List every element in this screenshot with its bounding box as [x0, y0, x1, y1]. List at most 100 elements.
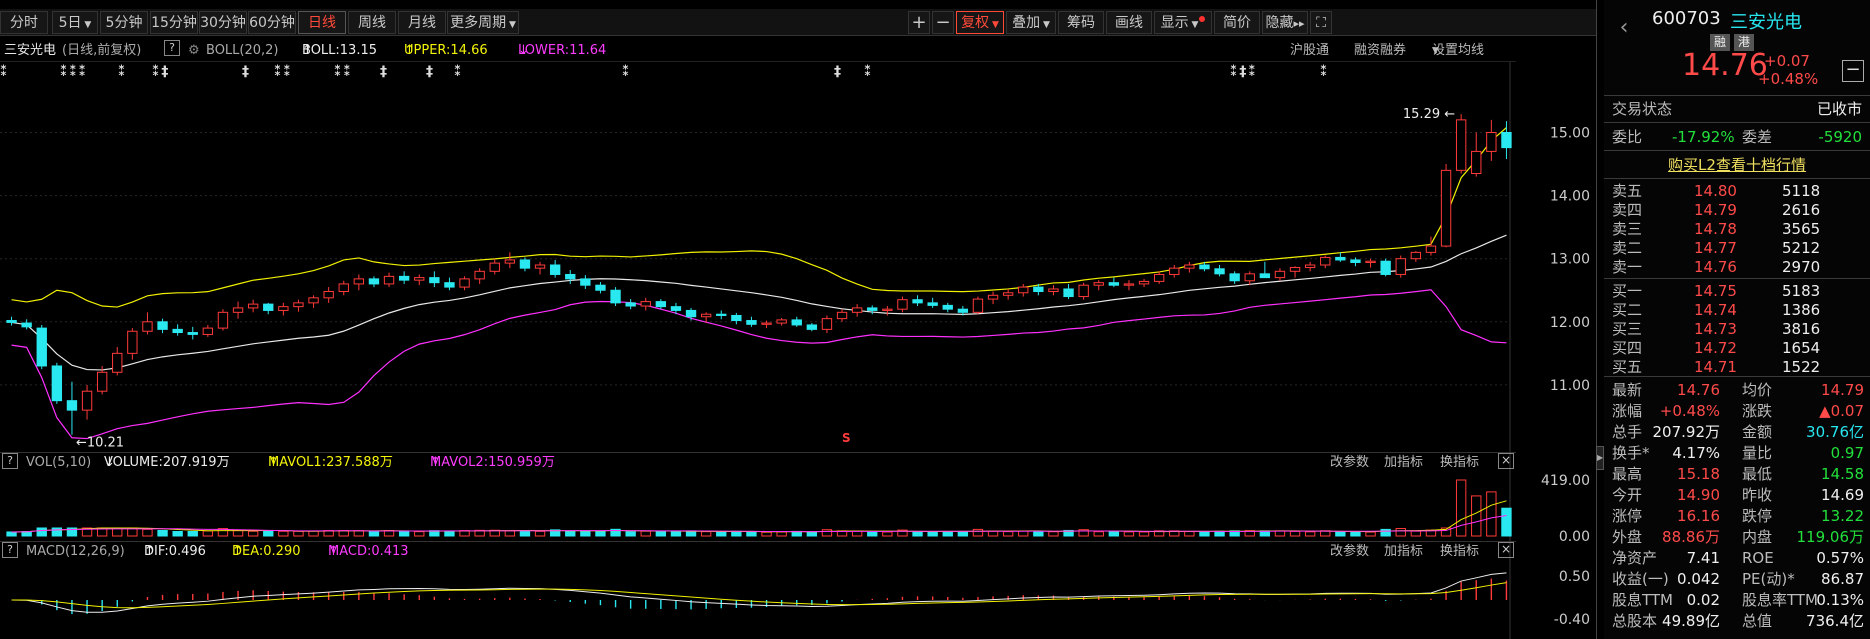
tab-15min[interactable]: 15分钟: [150, 11, 198, 34]
jiazhibiao-button[interactable]: 加指标: [1384, 453, 1423, 473]
y-tick-label: 12.00: [1550, 315, 1590, 331]
yincang-button[interactable]: 隐藏▸▸: [1262, 11, 1308, 34]
chouma-button[interactable]: 筹码: [1058, 11, 1104, 34]
gear-icon[interactable]: ⚙: [188, 40, 200, 62]
tab-60min[interactable]: 60分钟: [248, 11, 296, 34]
tab-yuexian[interactable]: 月线: [398, 11, 446, 34]
candle-body: [791, 319, 802, 326]
candle: [1169, 265, 1180, 278]
gaicanshu-button[interactable]: 改参数: [1330, 453, 1369, 473]
tab-30min[interactable]: 30分钟: [199, 11, 247, 34]
divider: [1604, 95, 1870, 96]
candle-body: [353, 278, 365, 285]
vol-name[interactable]: VOL(5,10): [26, 453, 91, 473]
chevron-left-icon[interactable]: ‹: [1604, 8, 1644, 48]
stat-label: 均价: [1742, 381, 1773, 399]
help-icon[interactable]: ?: [2, 453, 18, 469]
zoom-in-button[interactable]: +: [908, 11, 930, 34]
volume-bar: [1455, 479, 1467, 537]
xianshi-dropdown[interactable]: 显示 ▼: [1154, 11, 1212, 34]
candle-body: [187, 332, 198, 335]
upper-value-text: UPPER:14.66: [404, 43, 488, 58]
volume-bar: [655, 530, 667, 537]
diejia-dropdown[interactable]: 叠加 ▼: [1006, 11, 1056, 34]
trade-status-row: 交易状态 已收市: [1604, 98, 1870, 120]
tab-fenshi[interactable]: 分时: [0, 11, 48, 34]
minus-button[interactable]: −: [1842, 60, 1864, 82]
collapse-handle-icon[interactable]: ▶: [1596, 446, 1604, 470]
candle-body: [1229, 273, 1240, 282]
rongzi-link[interactable]: 融资融券: [1354, 40, 1406, 62]
candle-body: [247, 303, 259, 309]
tab-5ri[interactable]: 5日 ▼: [52, 11, 98, 34]
y-tick-label: 13.00: [1550, 252, 1590, 268]
hugutong-link[interactable]: 沪股通: [1290, 40, 1329, 62]
tab-rixian[interactable]: 日线: [298, 11, 346, 34]
volume-bar: [1093, 531, 1104, 537]
candle: [882, 306, 893, 316]
stat-label: 最新: [1612, 381, 1643, 399]
stat-label: 最高: [1612, 465, 1643, 483]
fuquan-dropdown[interactable]: 复权 ▼: [956, 11, 1004, 34]
volume-bar: [1350, 531, 1361, 537]
close-icon[interactable]: ×: [1498, 542, 1514, 558]
huaxian-button[interactable]: 画线: [1106, 11, 1152, 34]
volume-bar: [1471, 495, 1482, 537]
vol-y-tick-label: 0.00: [1559, 529, 1590, 545]
candle: [897, 296, 908, 313]
jiazhibiao-button[interactable]: 加指标: [1384, 542, 1423, 562]
stat-value: 13.22: [1821, 507, 1864, 525]
volume-bar: [263, 530, 274, 537]
tab-5min[interactable]: 5分钟: [100, 11, 148, 34]
candle: [942, 302, 953, 313]
fullscreen-icon[interactable]: ⛶: [1310, 11, 1332, 34]
boll-name[interactable]: BOLL(20,2): [206, 40, 279, 62]
close-icon[interactable]: ×: [1498, 453, 1514, 469]
gaicanshu-button[interactable]: 改参数: [1330, 542, 1369, 562]
volume-bar: [595, 530, 606, 537]
stat-value: 14.69: [1821, 486, 1864, 504]
candle-body: [927, 302, 938, 306]
stat-value: 119.06万: [1796, 528, 1865, 546]
candle-body: [685, 309, 697, 318]
weibi-value: -17.92%: [1672, 128, 1735, 146]
candle: [1486, 119, 1497, 161]
candle-body: [1486, 131, 1497, 152]
candle: [927, 297, 938, 308]
macd-name[interactable]: MACD(12,26,9): [26, 542, 125, 562]
jianjia-button[interactable]: 简价: [1214, 11, 1260, 34]
candle: [293, 299, 304, 312]
stat-label: 收益(一): [1612, 570, 1669, 588]
lower-value-text: LOWER:11.64: [518, 43, 607, 58]
candle-body: [81, 390, 93, 411]
tab-more-periods[interactable]: 更多周期 ▼: [447, 11, 519, 34]
stat-row: 总手 207.92万 金额 30.76亿: [1604, 421, 1870, 443]
down-arrow-icon: ↓: [518, 43, 529, 58]
candle-body: [127, 330, 138, 354]
volume-bar: [157, 530, 168, 537]
huanzhibiao-button[interactable]: 换指标: [1440, 453, 1479, 473]
candle: [1138, 278, 1150, 288]
stat-row: 净资产 7.41 ROE 0.57%: [1604, 547, 1870, 569]
orderbook-row: 买五 14.71 1522: [1604, 356, 1870, 378]
candle-body: [308, 297, 319, 304]
chevron-down-icon: ▼: [989, 20, 999, 30]
volume-bar: [172, 530, 183, 537]
huanzhibiao-button[interactable]: 换指标: [1440, 542, 1479, 562]
candle-body: [1259, 273, 1271, 279]
volume-bar: [1380, 528, 1391, 537]
up-arrow-icon: ↑: [404, 43, 415, 58]
stat-value: 14.90: [1677, 486, 1720, 504]
zoom-out-button[interactable]: −: [932, 11, 954, 34]
stat-label: 量比: [1742, 444, 1773, 462]
candle-body: [278, 306, 289, 311]
candle-body: [142, 321, 153, 332]
help-icon[interactable]: ?: [2, 542, 18, 558]
candle: [1214, 265, 1225, 277]
candle-body: [1244, 273, 1255, 282]
candle: [716, 310, 727, 320]
stat-label: 股息TTM: [1612, 591, 1674, 609]
help-icon[interactable]: ?: [164, 40, 180, 56]
l2-link[interactable]: 购买L2查看十档行情: [1604, 154, 1870, 175]
tab-zhouxian[interactable]: 周线: [348, 11, 396, 34]
